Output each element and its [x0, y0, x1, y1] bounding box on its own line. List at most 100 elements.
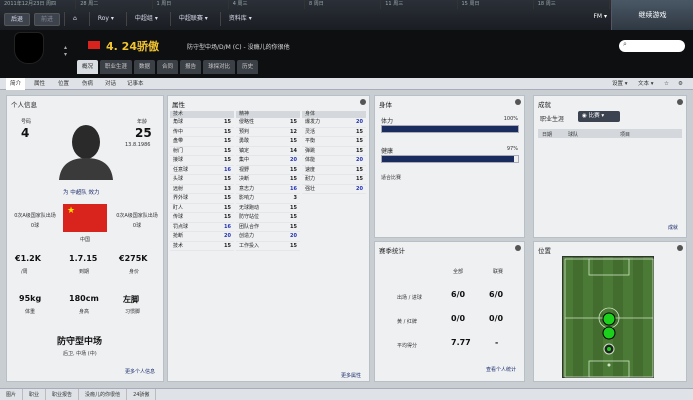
panel-menu-icon[interactable] — [677, 99, 683, 105]
attribute-row: 勇敢 15 — [236, 137, 300, 147]
attribute-name: 镇定 — [239, 147, 250, 154]
attribute-name: 耐力 — [305, 176, 316, 182]
date-item[interactable]: 8 周日 — [305, 0, 382, 9]
attribute-name: 速度 — [305, 166, 316, 173]
panel-menu-icon[interactable] — [677, 245, 683, 251]
competition-dropdown[interactable]: ◉ 比赛 ▾ — [578, 111, 620, 122]
club-link[interactable]: 为 中超队 效力 — [63, 188, 100, 196]
attribute-row: 团队合作 15 — [236, 223, 300, 232]
col-team: 球队 — [568, 132, 579, 138]
back-button[interactable]: 后退 — [4, 12, 31, 26]
breadcrumb-item[interactable]: 职业报告 — [46, 389, 80, 400]
tab-contract[interactable]: 合同 — [157, 60, 179, 74]
tab-report[interactable]: 报告 — [180, 60, 202, 74]
attribute-value: 20 — [356, 119, 363, 125]
flag-star-icon: ★ — [67, 206, 76, 216]
attribute-row: 盘带 15 — [170, 137, 234, 147]
forward-button[interactable]: 前进 — [34, 12, 61, 26]
tab-history[interactable]: 历史 — [237, 60, 259, 74]
fitness-bar — [381, 125, 519, 133]
breadcrumb-item[interactable]: 图片 — [0, 389, 24, 400]
search-input[interactable]: ⌕ — [619, 40, 685, 52]
attribute-row: 体能 20 — [302, 156, 366, 166]
text-menu[interactable]: 文本 ▾ — [638, 78, 654, 90]
panel-menu-icon[interactable] — [515, 245, 521, 251]
value-label: 身价 — [129, 269, 140, 275]
attribute-value: 15 — [290, 138, 297, 144]
height-value: 180cm — [69, 294, 99, 303]
nav-competition[interactable]: 中超组 ▾ — [125, 12, 166, 26]
birth-date: 13.8.1986 — [125, 142, 151, 148]
tab-compare[interactable]: 球探对比 — [203, 60, 236, 74]
date-item[interactable]: 28 周二 — [76, 0, 153, 9]
attribute-value: 15 — [290, 242, 297, 249]
panel-menu-icon[interactable] — [360, 99, 366, 105]
attribute-name: 防守站位 — [239, 214, 260, 220]
attribute-name: 爆发力 — [305, 119, 321, 125]
attribute-row: 灵活 15 — [302, 128, 366, 137]
gear-icon[interactable]: ⚙ — [678, 78, 683, 90]
subtab-notes[interactable]: 记事本 — [127, 78, 144, 90]
more-stats-link[interactable]: 查看个人统计 — [486, 366, 516, 373]
player-nav-arrows-icon[interactable]: ▴ ▾ — [64, 44, 67, 58]
subtab-positions[interactable]: 位置 — [58, 78, 69, 90]
calendar-strip[interactable]: 2011年12月23日 周四 28 周二 1 周日 4 周三 8 周日 11 周… — [0, 0, 610, 9]
attribute-row: 视野 15 — [236, 166, 300, 175]
date-item[interactable]: 4 周三 — [229, 0, 305, 9]
attribute-row: 镇定 14 — [236, 147, 300, 156]
attribute-value: 15 — [290, 119, 297, 125]
breadcrumb-item[interactable]: 24骄傲 — [127, 389, 157, 400]
club-menu[interactable]: Roy ▾ — [88, 12, 122, 26]
attribute-row: 耐力 15 — [302, 175, 366, 185]
attribute-value: 15 — [290, 214, 297, 220]
attribute-value: 15 — [290, 176, 297, 182]
attribute-row: 意志力 16 — [236, 185, 300, 194]
age-value: 25 — [135, 126, 152, 140]
star-icon[interactable]: ☆ — [664, 78, 669, 90]
more-personal-link[interactable]: 更多个人信息 — [125, 368, 155, 375]
nav-database[interactable]: 资料库 ▾ — [219, 12, 260, 26]
subtab-attributes[interactable]: 属性 — [34, 78, 45, 90]
player-tabs: 概况 职业生涯 数据 合同 报告 球探对比 历史 — [77, 60, 259, 74]
attribute-row: 罚点球 16 — [170, 223, 234, 232]
panel-title: 成就 — [538, 101, 551, 109]
attribute-name: 勇敢 — [239, 138, 250, 144]
panel-menu-icon[interactable] — [515, 99, 521, 105]
attribute-name: 灵活 — [305, 128, 316, 135]
settings-menu[interactable]: 设置 ▾ — [612, 78, 628, 90]
contract-value: 1.7.15 — [69, 254, 98, 263]
date-item[interactable]: 15 周日 — [458, 0, 534, 9]
tab-career[interactable]: 职业生涯 — [100, 60, 133, 74]
career-tab[interactable]: 职业生涯 — [540, 114, 564, 123]
subtab-interaction[interactable]: 对话 — [105, 78, 116, 90]
career-table-header: 日期 球队 项目 — [538, 129, 682, 138]
tab-overview[interactable]: 概况 — [77, 60, 99, 74]
attribute-row: 爆发力 20 — [302, 118, 366, 128]
date-item[interactable]: 2011年12月23日 周四 — [0, 0, 77, 9]
row-label: 平均得分 — [397, 343, 418, 349]
fm-menu[interactable]: FM ▾ — [593, 13, 607, 20]
date-item[interactable]: 18 周三 — [534, 0, 610, 9]
attribute-name: 盘带 — [173, 138, 184, 144]
nav-league[interactable]: 中超联赛 ▾ — [169, 12, 216, 26]
pitch-markings — [564, 258, 654, 378]
continue-button[interactable]: 继续游戏 — [611, 0, 693, 30]
more-attributes-link[interactable]: 更多属性 — [341, 372, 361, 379]
tab-stats[interactable]: 数据 — [134, 60, 156, 74]
position-pitch — [562, 256, 654, 378]
attribute-row: 无球跑动 15 — [236, 204, 300, 213]
subtab-profile[interactable]: 简介 — [6, 78, 26, 90]
date-item[interactable]: 1 周日 — [153, 0, 229, 9]
apps-all: 6/0 — [451, 290, 466, 299]
subtab-injuries[interactable]: 伤病 — [82, 78, 93, 90]
attribute-name: 远射 — [173, 185, 184, 192]
fm-label: FM — [593, 13, 603, 20]
attribute-row: 平衡 15 — [302, 137, 366, 147]
attribute-row: 预判 12 — [236, 128, 300, 137]
home-icon[interactable]: ⌂ — [64, 12, 85, 26]
more-achievements-link[interactable]: 成就 — [668, 224, 678, 231]
breadcrumb-item[interactable]: 职业 — [23, 389, 47, 400]
date-item[interactable]: 11 周三 — [381, 0, 458, 9]
breadcrumb-item[interactable]: 没瘾儿的你很他 — [79, 389, 128, 400]
attribute-name: 工作投入 — [239, 242, 260, 249]
